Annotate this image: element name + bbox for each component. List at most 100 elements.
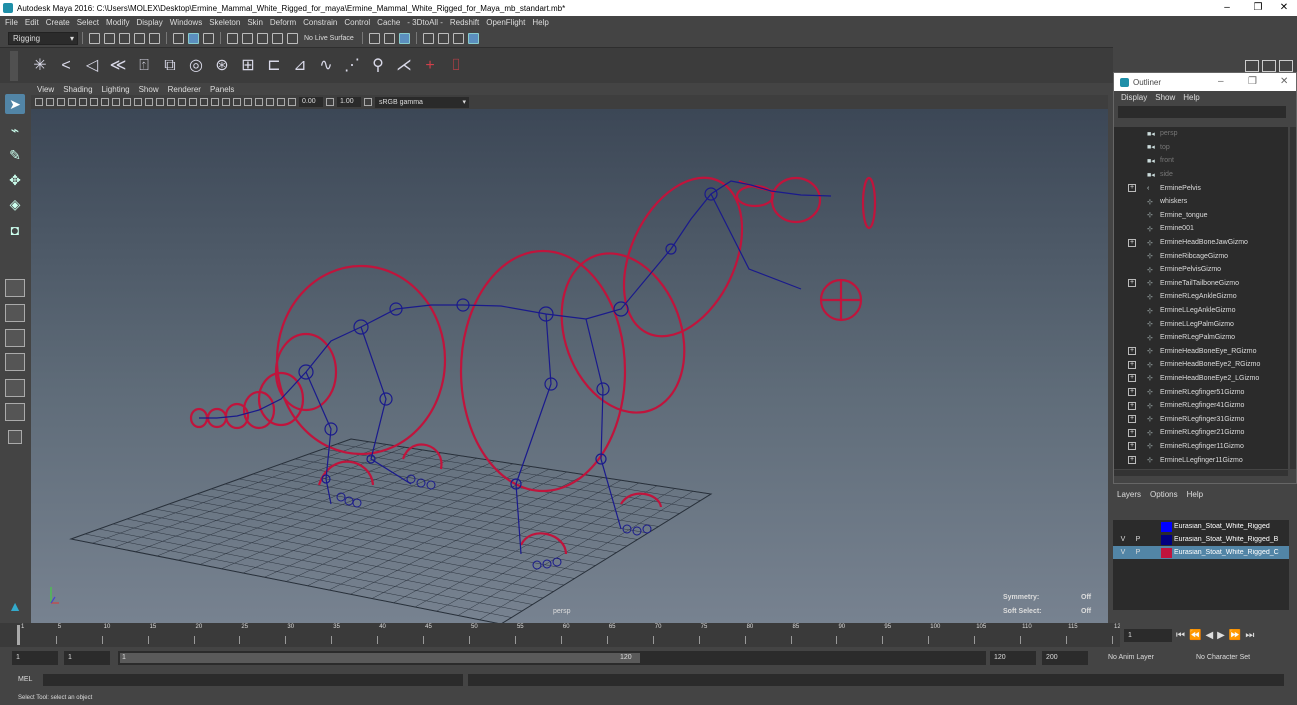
outliner-item[interactable]: ⊹ ErmineRibcageGizmo (1114, 249, 1288, 263)
perspective-viewport[interactable]: View Shading Lighting Show Renderer Panels 0.… (31, 83, 1108, 623)
range-slider[interactable]: 1 120 (118, 651, 986, 665)
joint-tool-icon[interactable]: ✳ (30, 56, 50, 76)
grid-toggle-icon[interactable] (79, 98, 87, 106)
anim-layer-dropdown[interactable]: No Anim Layer (1108, 651, 1154, 665)
render-settings-icon[interactable] (467, 32, 479, 44)
camera-attributes-icon[interactable] (46, 98, 54, 106)
outliner-item[interactable]: ⊹ ErmineRLegPalmGizmo (1114, 331, 1288, 345)
viewport-menu-show[interactable]: Show (139, 85, 159, 94)
outliner-item[interactable]: ⊹ ErmineRLegAnkleGizmo (1114, 290, 1288, 304)
safe-title-icon[interactable] (145, 98, 153, 106)
textured-icon[interactable] (178, 98, 186, 106)
paint-select-icon[interactable]: ✎ (5, 145, 25, 165)
menu-display[interactable]: Display (137, 18, 163, 27)
outliner-horizontal-scrollbar[interactable] (1114, 470, 1288, 476)
outliner-item[interactable]: + ⊹ ErmineLLegfinger11Gizmo (1114, 453, 1288, 467)
select-component-icon[interactable] (203, 32, 214, 44)
close-button[interactable]: ✕ (1280, 73, 1288, 91)
lasso-tool-icon[interactable]: ⌁ (5, 120, 25, 140)
attribute-editor-icon[interactable] (1262, 60, 1276, 72)
open-scene-icon[interactable] (104, 32, 115, 44)
viewport-menu-renderer[interactable]: Renderer (168, 85, 201, 94)
wireframe-icon[interactable] (156, 98, 164, 106)
menu-cache[interactable]: Cache (377, 18, 400, 27)
layer-menu-layers[interactable]: Layers (1117, 490, 1141, 499)
ik-handle-icon[interactable]: < (56, 56, 76, 76)
menu-control[interactable]: Control (344, 18, 370, 27)
current-frame-field[interactable]: 1 (1124, 628, 1172, 642)
layer-visibility-toggle[interactable]: V (1118, 536, 1128, 543)
outliner-menu-show[interactable]: Show (1155, 93, 1175, 102)
menu-openflight[interactable]: OpenFlight (486, 18, 525, 27)
current-time-marker[interactable] (17, 625, 20, 645)
outliner-filter-field[interactable] (1118, 106, 1286, 118)
menu-file[interactable]: File (5, 18, 18, 27)
snap-view-plane-icon[interactable] (272, 32, 283, 44)
layer-color-swatch[interactable] (1161, 521, 1172, 532)
modeling-toolkit-icon[interactable] (1245, 60, 1259, 72)
select-tool-icon[interactable]: ➤ (5, 94, 25, 114)
select-hierarchy-icon[interactable] (173, 32, 184, 44)
menu-help[interactable]: Help (532, 18, 548, 27)
anti-aliasing-icon[interactable] (233, 98, 241, 106)
exposure-field[interactable]: 0.00 (299, 97, 323, 107)
range-slider-handle[interactable] (120, 653, 640, 663)
exposure-icon[interactable] (288, 98, 296, 106)
outliner-item[interactable]: ⊹ Ermine001 (1114, 222, 1288, 236)
tool-settings-icon[interactable] (1279, 60, 1293, 72)
menu-deform[interactable]: Deform (270, 18, 296, 27)
save-scene-icon[interactable] (119, 32, 130, 44)
outliner-item[interactable]: ⊹ ErmineLLegPalmGizmo (1114, 317, 1288, 331)
menu-constrain[interactable]: Constrain (303, 18, 337, 27)
playback-end-field[interactable]: 120 (990, 651, 1036, 665)
go-to-end-icon[interactable]: ⏭ (1245, 630, 1254, 641)
outliner-item[interactable]: ⊹ Ermine_tongue (1114, 209, 1288, 223)
viewport-menu-shading[interactable]: Shading (63, 85, 92, 94)
maximize-button[interactable]: ❐ (1248, 73, 1257, 91)
step-back-key-icon[interactable]: ⏪ (1189, 630, 1201, 641)
outliner-item[interactable]: + ⊹ ErmineTailTailboneGizmo (1114, 277, 1288, 291)
construction-history-icon[interactable] (368, 32, 380, 44)
maximize-button[interactable]: ❐ (1245, 0, 1271, 16)
input-ops-icon[interactable] (383, 32, 395, 44)
menu-windows[interactable]: Windows (170, 18, 202, 27)
outliner-item[interactable]: ■◂ side (1114, 168, 1288, 182)
lattice-icon[interactable]: ⊞ (238, 56, 258, 76)
layer-color-swatch[interactable] (1161, 534, 1172, 545)
layer-row[interactable]: V P Eurasian_Stoat_White_Rigged_B (1113, 533, 1289, 546)
layer-row[interactable]: Eurasian_Stoat_White_Rigged (1113, 520, 1289, 533)
outliner-item[interactable]: + ⊹ ErmineHeadBoneJawGizmo (1114, 236, 1288, 250)
playback-start-field[interactable]: 1 (64, 651, 110, 665)
expand-icon[interactable]: + (1128, 388, 1136, 397)
expand-icon[interactable]: + (1128, 184, 1136, 193)
layer-color-swatch[interactable] (1161, 547, 1172, 558)
layer-row[interactable]: V P Eurasian_Stoat_White_Rigged_C (1113, 546, 1289, 559)
step-back-frame-icon[interactable]: ◀ (1205, 630, 1213, 641)
redo-icon[interactable] (149, 32, 160, 44)
bend-deformer-icon[interactable]: ⊿ (290, 56, 310, 76)
menu-skeleton[interactable]: Skeleton (209, 18, 240, 27)
close-button[interactable]: ✕ (1271, 0, 1297, 16)
outliner-item[interactable]: ⊹ ErmineLLegAnkleGizmo (1114, 304, 1288, 318)
outliner-item[interactable]: + ⊹ ErmineRLegfinger11Gizmo (1114, 440, 1288, 454)
outliner-item[interactable]: + ⊹ ErmineRLegfinger21Gizmo (1114, 426, 1288, 440)
ipr-render-icon[interactable] (452, 32, 464, 44)
menu-create[interactable]: Create (46, 18, 70, 27)
safe-action-icon[interactable] (134, 98, 142, 106)
xray-icon[interactable] (255, 98, 263, 106)
rotate-tool-icon[interactable]: ◈ (5, 194, 25, 214)
render-frame-icon[interactable] (437, 32, 449, 44)
gamma-icon[interactable] (326, 98, 334, 106)
parent-constraint-icon[interactable]: ⌷ (446, 56, 466, 76)
viewport-menu-view[interactable]: View (37, 85, 54, 94)
snap-grid-icon[interactable] (227, 32, 238, 44)
motion-blur-icon[interactable] (222, 98, 230, 106)
xray-active-icon[interactable] (277, 98, 285, 106)
expand-icon[interactable]: + (1128, 374, 1136, 383)
cluster-icon[interactable]: ⊏ (264, 56, 284, 76)
single-pane-layout-icon[interactable] (5, 279, 25, 297)
outliner-item[interactable]: + ⊹ ErmineHeadBoneEye2_LGizmo (1114, 372, 1288, 386)
outliner-item[interactable]: + ⊹ ErmineRLegfinger31Gizmo (1114, 412, 1288, 426)
menu-skin[interactable]: Skin (247, 18, 263, 27)
resolution-gate-icon[interactable] (101, 98, 109, 106)
